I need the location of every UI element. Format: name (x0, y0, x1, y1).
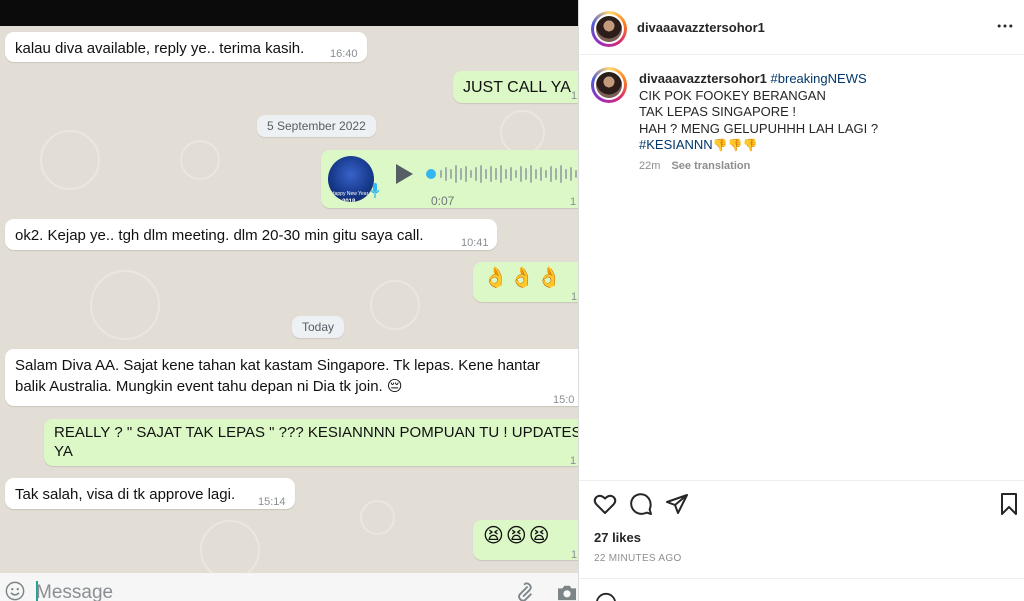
message-bubble-incoming[interactable]: kalau diva available, reply ye.. terima … (5, 32, 367, 62)
message-text: JUST CALL YA (463, 79, 571, 96)
wallpaper-doodle (40, 130, 100, 190)
see-translation-link[interactable]: See translation (671, 160, 750, 172)
mic-icon (370, 183, 380, 198)
post-time-long: 22 MINUTES AGO (594, 553, 682, 564)
thumb-year: 2018 (342, 199, 356, 202)
bookmark-icon[interactable] (997, 492, 1021, 516)
message-text: ok2. Kejap ye.. tgh dlm meeting. dlm 20-… (15, 227, 424, 244)
message-text: 👌👌👌 (483, 267, 564, 289)
message-bubble-incoming[interactable]: ok2. Kejap ye.. tgh dlm meeting. dlm 20-… (5, 219, 497, 250)
hashtag-link[interactable]: #breakingNEWS (771, 71, 867, 86)
message-time: 15:14 (258, 496, 286, 508)
chat-pane: kalau diva available, reply ye.. terima … (0, 0, 578, 601)
instagram-post-pane: divaaavazztersohor1 divaaavazztersohor1 … (578, 0, 1024, 601)
wallpaper-doodle (500, 110, 545, 155)
message-text-line-1: REALLY ? " SAJAT TAK LEPAS " ??? KESIANN… (54, 424, 578, 441)
message-time: 1 (571, 291, 578, 303)
caption-line: HAH ? MENG GELUPUHHH LAH LAGI ? (639, 120, 879, 136)
message-text: Tak salah, visa di tk approve lagi. (15, 486, 236, 503)
message-time: 1 (570, 455, 577, 467)
chat-top-bar (0, 0, 578, 26)
heart-icon[interactable] (593, 492, 617, 516)
wallpaper-doodle (90, 270, 160, 340)
message-time: 1 (571, 90, 578, 102)
message-time: 1 (571, 549, 578, 561)
message-bubble-outgoing[interactable]: REALLY ? " SAJAT TAK LEPAS " ??? KESIANN… (44, 419, 578, 467)
header-divider (579, 54, 1024, 55)
avatar[interactable] (591, 11, 627, 47)
date-separator: 5 September 2022 (257, 115, 376, 137)
message-time: 10:41 (461, 237, 489, 249)
camera-icon[interactable] (556, 583, 578, 601)
message-bubble-incoming[interactable]: Tak salah, visa di tk approve lagi. 15:1… (5, 478, 295, 509)
wallpaper-doodle (360, 500, 395, 535)
message-time: 16:40 (330, 48, 358, 60)
actions-divider (579, 480, 1024, 481)
emoji-icon[interactable] (595, 592, 617, 601)
date-separator: Today (292, 316, 345, 338)
message-bubble-outgoing[interactable]: JUST CALL YA 1 (453, 71, 578, 103)
post-time-short: 22m (639, 159, 661, 172)
voice-duration: 0:07 (431, 194, 455, 208)
voice-sender-avatar: Happy New Year 2018 (328, 156, 374, 202)
hashtag-link[interactable]: #KESIANNN (639, 137, 713, 152)
message-text-line-2: balik Australia. Mungkin event tahu depa… (15, 378, 403, 395)
play-icon[interactable] (394, 163, 414, 185)
comment-divider (579, 578, 1024, 579)
message-bubble-incoming[interactable]: Salam Diva AA. Sajat kene tahan kat kast… (5, 349, 578, 406)
avatar[interactable] (591, 67, 627, 103)
message-text: 😫😫😫 (483, 525, 552, 547)
message-bubble-outgoing[interactable]: 👌👌👌 1 (473, 262, 578, 303)
message-input[interactable] (36, 582, 496, 601)
message-time: 1 (570, 196, 577, 208)
message-text-line-1: Salam Diva AA. Sajat kene tahan kat kast… (15, 357, 541, 374)
caption-line: TAK LEPAS SINGAPORE ! (639, 104, 797, 119)
voice-message[interactable]: Happy New Year 2018 0:07 1 (321, 150, 578, 208)
message-time: 15:0 (553, 394, 575, 406)
message-composer (0, 573, 578, 601)
wallpaper-doodle (180, 140, 220, 180)
caption-emoji: 👎👎👎 (712, 138, 758, 152)
header-username[interactable]: divaaavazztersohor1 (637, 20, 765, 35)
wallpaper-doodle (200, 520, 260, 580)
wallpaper-doodle (370, 280, 420, 330)
audio-waveform[interactable] (425, 164, 578, 184)
likes-count[interactable]: 27 likes (594, 530, 641, 545)
caption-line: CIK POK FOOKEY BERANGAN (639, 87, 826, 103)
message-text: kalau diva available, reply ye.. terima … (15, 40, 305, 57)
post-caption: divaaavazztersohor1 #breakingNEWS CIK PO… (639, 71, 1009, 174)
attach-icon[interactable] (514, 581, 534, 601)
caption-username[interactable]: divaaavazztersohor1 (639, 71, 767, 86)
comment-icon[interactable] (629, 492, 653, 516)
message-text-line-2: YA (54, 443, 73, 460)
emoji-icon[interactable] (5, 581, 25, 601)
message-bubble-outgoing[interactable]: 😫😫😫 1 (473, 520, 578, 561)
more-icon[interactable] (995, 16, 1015, 36)
share-icon[interactable] (665, 492, 689, 516)
